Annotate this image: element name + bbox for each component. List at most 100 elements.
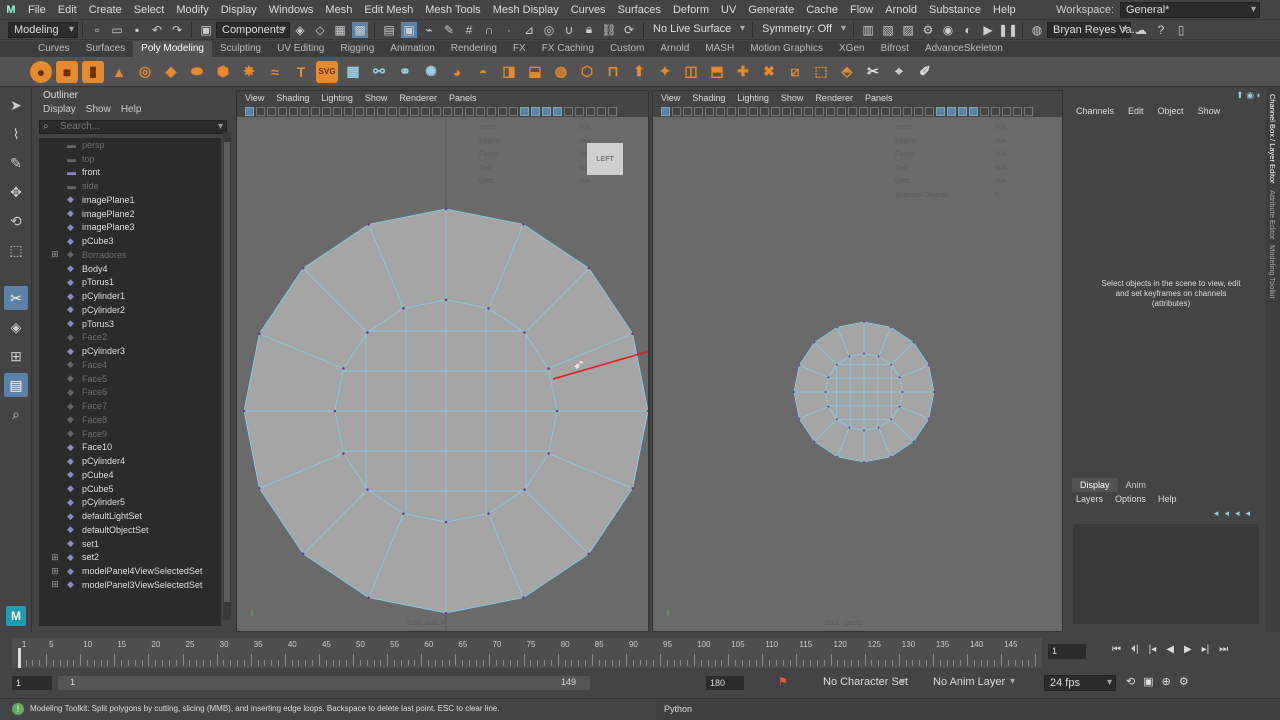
snap-curve-icon[interactable]: ∩	[481, 22, 497, 38]
range-bar[interactable]: 1 149	[58, 676, 590, 690]
vertex[interactable]	[827, 405, 830, 408]
viewport-toolbar-icon[interactable]	[421, 106, 430, 116]
shelf-tab-uv-editing[interactable]: UV Editing	[269, 41, 332, 57]
viewport-toolbar-icon[interactable]	[914, 106, 923, 116]
viewport-toolbar-icon[interactable]	[958, 106, 967, 116]
poly-sphere-icon[interactable]: ●	[30, 60, 52, 83]
vertex[interactable]	[813, 341, 816, 344]
vertex[interactable]	[898, 405, 901, 408]
outliner-menu-display[interactable]: Display	[43, 104, 76, 115]
vertex[interactable]	[863, 429, 865, 432]
append-icon[interactable]: ⬒	[706, 61, 728, 83]
viewport-toolbar-icon[interactable]	[881, 106, 890, 116]
viewport-menu-renderer[interactable]: Renderer	[815, 93, 853, 103]
poly-plane-icon[interactable]: ◆	[160, 61, 182, 83]
viewport-toolbar-icon[interactable]	[344, 106, 353, 116]
viewport-toolbar-icon[interactable]	[509, 106, 518, 116]
layout-four-icon[interactable]: ⊞	[4, 344, 28, 368]
poly-cone-icon[interactable]: ▲	[108, 61, 130, 83]
viewport-toolbar-icon[interactable]	[683, 106, 692, 116]
vertex[interactable]	[587, 552, 591, 556]
shelf-tab-motion-graphics[interactable]: Motion Graphics	[742, 41, 831, 57]
workspace-select[interactable]: General*	[1120, 2, 1260, 18]
hierarchy-mode-icon[interactable]: ▣	[198, 22, 214, 38]
outliner-item[interactable]: ◆ Face4	[39, 358, 221, 372]
lasso-icon[interactable]: ⌁	[421, 22, 437, 38]
vertex[interactable]	[366, 331, 369, 334]
play-backward-icon[interactable]: ◀	[1166, 644, 1174, 655]
poly-text-icon[interactable]: T	[290, 61, 312, 83]
viewport-toolbar-icon[interactable]	[355, 106, 364, 116]
select-tool-icon[interactable]: ➤	[4, 93, 28, 117]
outliner-item[interactable]: ◆ pTorus1	[39, 276, 221, 290]
viewport-toolbar-icon[interactable]	[936, 106, 945, 116]
persp-mesh-view[interactable]	[653, 117, 1063, 632]
vertex[interactable]	[835, 418, 838, 421]
menu-surfaces[interactable]: Surfaces	[612, 0, 667, 20]
viewport-menu-panels[interactable]: Panels	[449, 93, 477, 103]
shelf-tab-mash[interactable]: MASH	[697, 41, 742, 57]
viewport-toolbar-icon[interactable]	[245, 106, 254, 116]
outliner-scrollbar[interactable]	[223, 132, 231, 620]
viewport-toolbar-icon[interactable]	[432, 106, 441, 116]
construction-history-icon[interactable]: ⟳	[621, 22, 637, 38]
viewport-toolbar-icon[interactable]	[443, 106, 452, 116]
vertex[interactable]	[848, 426, 851, 429]
vertex[interactable]	[863, 321, 865, 323]
outliner-item[interactable]: ◆ Face6	[39, 386, 221, 400]
vertex[interactable]	[367, 223, 370, 226]
camera-icon[interactable]: ▶	[980, 22, 996, 38]
undo-icon[interactable]: ↶	[149, 22, 165, 38]
viewport-toolbar-icon[interactable]	[586, 106, 595, 116]
viewport-toolbar-icon[interactable]	[476, 106, 485, 116]
vertex[interactable]	[835, 363, 838, 366]
outliner-item[interactable]: ◆ defaultLightSet	[39, 509, 221, 523]
flip-icon[interactable]: ⬘	[836, 61, 858, 83]
poly-cylinder-icon[interactable]: ▮	[82, 60, 104, 83]
vertex[interactable]	[912, 440, 915, 443]
viewport-menu-show[interactable]: Show	[781, 93, 804, 103]
vertex[interactable]	[836, 326, 839, 329]
viewport-toolbar-icon[interactable]	[1002, 106, 1011, 116]
layer-menu-layers[interactable]: Layers	[1076, 494, 1103, 504]
multi-cut-icon[interactable]: ✂	[862, 61, 884, 83]
vertex[interactable]	[827, 376, 830, 379]
shelf-tab-rigging[interactable]: Rigging	[332, 41, 382, 57]
character-set-select[interactable]: No Character Set	[818, 675, 908, 691]
vertex[interactable]	[824, 391, 827, 393]
viewport-toolbar-icon[interactable]	[1013, 106, 1022, 116]
step-back-key-icon[interactable]: ⏴|	[1131, 644, 1139, 655]
viewport-menu-view[interactable]: View	[661, 93, 680, 103]
outliner-item[interactable]: ◆ pCube5	[39, 482, 221, 496]
viewport-toolbar-icon[interactable]	[749, 106, 758, 116]
expand-icon[interactable]: ⊞	[49, 579, 61, 590]
outliner-item[interactable]: ◆ pCylinder5	[39, 496, 221, 510]
vertex-mode-icon[interactable]: ◈	[292, 22, 308, 38]
quadrangulate-icon[interactable]: ⬚	[810, 61, 832, 83]
boolean-difference-icon[interactable]: ◓	[472, 61, 494, 83]
shelf-tab-arnold[interactable]: Arnold	[652, 41, 697, 57]
outliner-item[interactable]: ◆ imagePlane2	[39, 207, 221, 221]
viewport-toolbar-icon[interactable]	[991, 106, 1000, 116]
viewport-menu-shading[interactable]: Shading	[692, 93, 725, 103]
expand-icon[interactable]: ⊞	[49, 566, 61, 577]
vertex[interactable]	[798, 364, 801, 367]
current-frame-field[interactable]: 1	[1048, 644, 1086, 659]
viewport-toolbar-icon[interactable]	[454, 106, 463, 116]
viewport-toolbar-icon[interactable]	[793, 106, 802, 116]
loop-icons[interactable]: ⟲▣⊕⚙	[1126, 675, 1197, 688]
viewport-toolbar-icon[interactable]	[980, 106, 989, 116]
viewport-toolbar-icon[interactable]	[333, 106, 342, 116]
snap-plane-icon[interactable]: ⊿	[521, 22, 537, 38]
live-surface-select[interactable]: No Live Surface	[648, 21, 748, 38]
viewport-toolbar-icon[interactable]	[366, 106, 375, 116]
scale-tool-icon[interactable]: ⬚	[4, 238, 28, 262]
vertex[interactable]	[927, 364, 930, 367]
outliner-item[interactable]: ▬ front	[39, 166, 221, 180]
viewport-toolbar-icon[interactable]	[597, 106, 606, 116]
outliner-item[interactable]: ⊞ ◆ Borradores	[39, 248, 221, 262]
outliner-item[interactable]: ◆ pTorus3	[39, 317, 221, 331]
viewport-menu-renderer[interactable]: Renderer	[399, 93, 437, 103]
outliner-item[interactable]: ⊞ ◆ modelPanel4ViewSelectedSet	[39, 564, 221, 578]
toggle-panel-icon[interactable]: ▯	[1173, 22, 1189, 38]
